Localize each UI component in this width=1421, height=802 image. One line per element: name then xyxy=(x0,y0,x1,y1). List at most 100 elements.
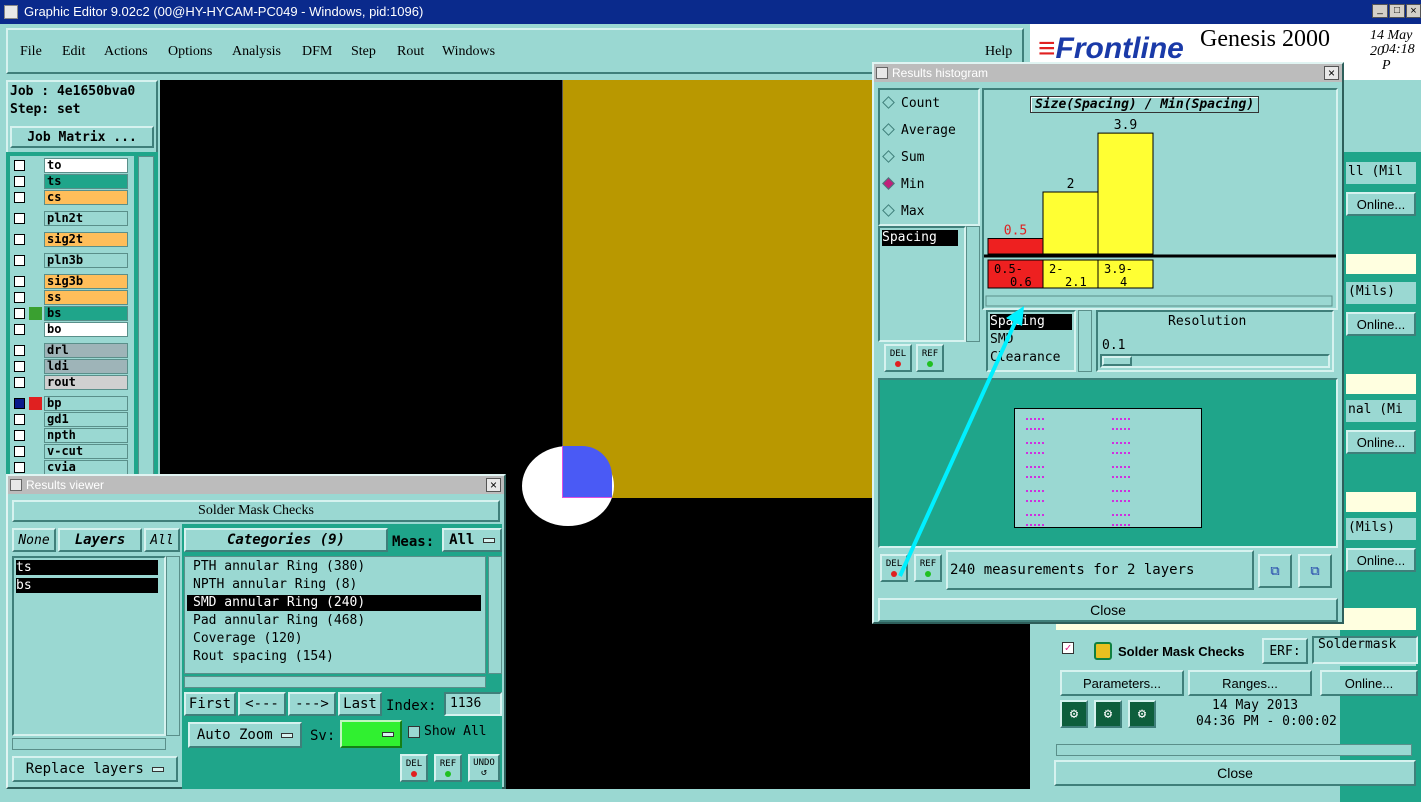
zoom-fit-icon[interactable]: ⧉ xyxy=(1298,554,1332,588)
list-item[interactable]: SMD xyxy=(990,332,1013,348)
measurement-marker[interactable] xyxy=(1112,466,1130,478)
histogram-bar[interactable] xyxy=(1042,191,1099,255)
layer-checkbox[interactable] xyxy=(14,430,25,441)
measurement-marker[interactable] xyxy=(1026,490,1044,502)
resolution-slider[interactable] xyxy=(1100,354,1330,368)
footer-del-button[interactable]: DEL xyxy=(880,554,908,582)
list-item[interactable]: Clearance xyxy=(990,350,1060,366)
category-item[interactable]: NPTH annular Ring (8) xyxy=(187,577,481,593)
layer-row-to[interactable]: to xyxy=(12,158,128,173)
layer-checkbox[interactable] xyxy=(14,276,25,287)
histogram-bar[interactable] xyxy=(987,238,1044,255)
maximize-button[interactable]: □ xyxy=(1389,4,1405,18)
layer-row-cs[interactable]: cs xyxy=(12,190,128,205)
mode-max[interactable]: Max xyxy=(882,204,924,222)
menu-rout[interactable]: Rout xyxy=(397,44,424,60)
parameters-button[interactable]: Parameters... xyxy=(1060,670,1184,696)
undo-button[interactable]: UNDO ↺ xyxy=(468,754,500,782)
layer-row-sig3b[interactable]: sig3b xyxy=(12,274,128,289)
mode-average[interactable]: Average xyxy=(882,123,956,141)
layer-row-gd1[interactable]: gd1 xyxy=(12,412,128,427)
mode-min[interactable]: Min xyxy=(882,177,924,195)
category-hscroll[interactable] xyxy=(184,676,486,688)
show-all-checkbox[interactable] xyxy=(408,726,420,738)
layer-list-vscroll[interactable] xyxy=(166,556,180,736)
histogram-bar[interactable] xyxy=(1097,132,1154,255)
prev-button[interactable]: <--- xyxy=(238,692,286,716)
radio-icon[interactable] xyxy=(882,204,895,217)
list-item[interactable]: Spacing xyxy=(990,314,1072,330)
layer-checkbox[interactable] xyxy=(14,234,25,245)
categories-button[interactable]: Categories (9) xyxy=(184,528,388,552)
layer-row-ss[interactable]: ss xyxy=(12,290,128,305)
next-button[interactable]: ---> xyxy=(288,692,336,716)
layer-checkbox[interactable] xyxy=(14,292,25,303)
check-checkbox[interactable]: ✓ xyxy=(1062,642,1074,654)
close-icon[interactable]: × xyxy=(1324,66,1339,80)
layer-list-hscroll[interactable] xyxy=(12,738,166,750)
mode-count[interactable]: Count xyxy=(882,96,940,114)
layer-checkbox[interactable] xyxy=(14,462,25,473)
category-item[interactable]: Pad annular Ring (468) xyxy=(187,613,481,629)
layer-checkbox[interactable] xyxy=(14,377,25,388)
erf-field[interactable]: Soldermask xyxy=(1312,636,1418,664)
hist-del-button[interactable]: DEL xyxy=(884,344,912,372)
layer-checkbox[interactable] xyxy=(14,414,25,425)
last-button[interactable]: Last xyxy=(338,692,382,716)
layer-row-v-cut[interactable]: v-cut xyxy=(12,444,128,459)
online-button[interactable]: Online... xyxy=(1320,670,1418,696)
measurement-marker[interactable] xyxy=(1112,490,1130,502)
run-icon-1[interactable]: ⚙ xyxy=(1060,700,1088,728)
radio-icon[interactable] xyxy=(882,96,895,109)
index-input[interactable]: 1136 xyxy=(444,692,502,716)
layer-row-npth[interactable]: npth xyxy=(12,428,128,443)
measurement-marker[interactable] xyxy=(1112,442,1130,454)
layer-list-scrollbar[interactable] xyxy=(138,156,154,476)
slider-handle[interactable] xyxy=(1102,356,1132,366)
measurement-marker[interactable] xyxy=(1026,442,1044,454)
solder-mask-header[interactable]: Solder Mask Checks xyxy=(12,500,500,522)
layer-row-pln2t[interactable]: pln2t xyxy=(12,211,128,226)
layer-checkbox[interactable] xyxy=(14,192,25,203)
layer-row-pln3b[interactable]: pln3b xyxy=(12,253,128,268)
ranges-button[interactable]: Ranges... xyxy=(1188,670,1312,696)
layer-row-ts[interactable]: ts xyxy=(12,174,128,189)
radio-icon[interactable] xyxy=(882,150,895,163)
all-layers-button[interactable]: All xyxy=(144,528,180,552)
measurement-marker[interactable] xyxy=(1026,418,1044,430)
layer-checkbox[interactable] xyxy=(14,398,25,409)
layer-checkbox[interactable] xyxy=(14,345,25,356)
layer-checkbox[interactable] xyxy=(14,160,25,171)
layer-row-cvia[interactable]: cvia xyxy=(12,460,128,475)
menu-windows[interactable]: Windows xyxy=(442,44,495,60)
layers-button[interactable]: Layers xyxy=(58,528,142,552)
radio-icon[interactable] xyxy=(882,177,895,190)
dfm-row-online-button[interactable]: Online... xyxy=(1346,430,1416,454)
job-matrix-button[interactable]: Job Matrix ... xyxy=(10,126,154,148)
layer-checkbox[interactable] xyxy=(14,361,25,372)
list-item[interactable]: Spacing xyxy=(882,230,958,246)
dfm-close-button[interactable]: Close xyxy=(1054,760,1416,786)
minimize-button[interactable]: _ xyxy=(1372,4,1388,18)
run-icon-3[interactable]: ⚙ xyxy=(1128,700,1156,728)
layer-row-ldi[interactable]: ldi xyxy=(12,359,128,374)
measurement-marker[interactable] xyxy=(1112,514,1130,526)
menu-step[interactable]: Step xyxy=(351,44,376,60)
layer-checkbox[interactable] xyxy=(14,324,25,335)
menu-actions[interactable]: Actions xyxy=(104,44,148,60)
menu-options[interactable]: Options xyxy=(168,44,212,60)
del-button[interactable]: DEL xyxy=(400,754,428,782)
dfm-row-online-button[interactable]: Online... xyxy=(1346,548,1416,572)
radio-icon[interactable] xyxy=(882,123,895,136)
none-button[interactable]: None xyxy=(12,528,56,552)
sv-color-select[interactable] xyxy=(340,720,402,748)
layer-row-bp[interactable]: bp xyxy=(12,396,128,411)
layer-row-drl[interactable]: drl xyxy=(12,343,128,358)
measurement-marker[interactable] xyxy=(1026,514,1044,526)
layer-row-bs[interactable]: bs xyxy=(12,306,128,321)
measure-list-vscroll[interactable] xyxy=(966,226,980,342)
category-item[interactable]: SMD annular Ring (240) xyxy=(187,595,481,611)
run-icon-2[interactable]: ⚙ xyxy=(1094,700,1122,728)
close-icon[interactable]: × xyxy=(486,478,501,492)
category-vscroll[interactable] xyxy=(488,556,502,674)
